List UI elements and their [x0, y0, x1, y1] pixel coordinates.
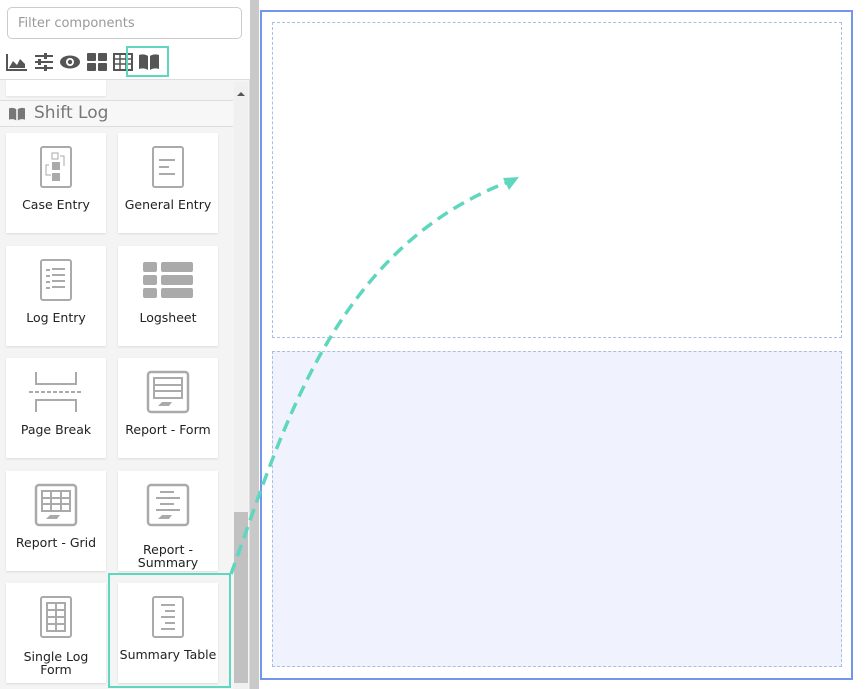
panel-header: [0, 0, 250, 80]
report-summary-icon: [146, 483, 190, 527]
component-report-form[interactable]: Report - Form: [118, 358, 218, 458]
filter-input[interactable]: [7, 7, 242, 39]
component-single-log-form[interactable]: Single Log Form: [6, 583, 106, 683]
component-label: Page Break: [20, 422, 92, 437]
component-general-entry[interactable]: General Entry: [118, 133, 218, 233]
component-label: Report - Form: [125, 422, 211, 437]
list-icon: [143, 262, 193, 298]
scrollbar-thumb[interactable]: [234, 512, 248, 683]
component-panel: Shift Log Case Entry General Entry Log E…: [0, 0, 250, 689]
eye-icon[interactable]: [59, 52, 81, 72]
component-log-entry[interactable]: Log Entry: [6, 246, 106, 346]
report-grid-icon: [34, 483, 78, 527]
component-case-entry[interactable]: Case Entry: [6, 133, 106, 233]
grid-icon[interactable]: [86, 52, 108, 72]
notebook-icon: [40, 259, 72, 301]
component-label: Logsheet: [139, 310, 197, 325]
section-title: Shift Log: [34, 103, 109, 123]
component-label: Case Entry: [22, 197, 90, 212]
component-label: Log Entry: [26, 310, 86, 325]
component-label: Single Log Form: [23, 649, 89, 677]
component-card-partial[interactable]: [6, 80, 106, 96]
single-log-form-icon: [40, 596, 72, 638]
active-tab-highlight: [126, 46, 169, 77]
scroll-up-icon[interactable]: [237, 92, 245, 96]
chart-area-icon[interactable]: [5, 52, 27, 72]
component-label: General Entry: [124, 197, 212, 212]
drag-source-highlight: [108, 573, 231, 688]
drop-zone-top[interactable]: [272, 22, 842, 338]
component-logsheet[interactable]: Logsheet: [118, 246, 218, 346]
component-report-grid[interactable]: Report - Grid: [6, 471, 106, 571]
component-label: Report - Summary: [137, 542, 199, 570]
drop-zone-bottom[interactable]: [272, 351, 842, 667]
book-icon: [9, 107, 25, 121]
panel-splitter[interactable]: [250, 0, 259, 689]
component-page-break[interactable]: Page Break: [6, 358, 106, 458]
sliders-icon[interactable]: [33, 52, 55, 72]
page-break-icon: [29, 372, 83, 412]
report-form-icon: [146, 370, 190, 414]
document-icon: [152, 146, 184, 188]
section-header[interactable]: Shift Log: [0, 100, 233, 127]
component-report-summary[interactable]: Report - Summary: [118, 471, 218, 571]
case-entry-icon: [40, 146, 72, 188]
component-label: Report - Grid: [15, 535, 97, 550]
